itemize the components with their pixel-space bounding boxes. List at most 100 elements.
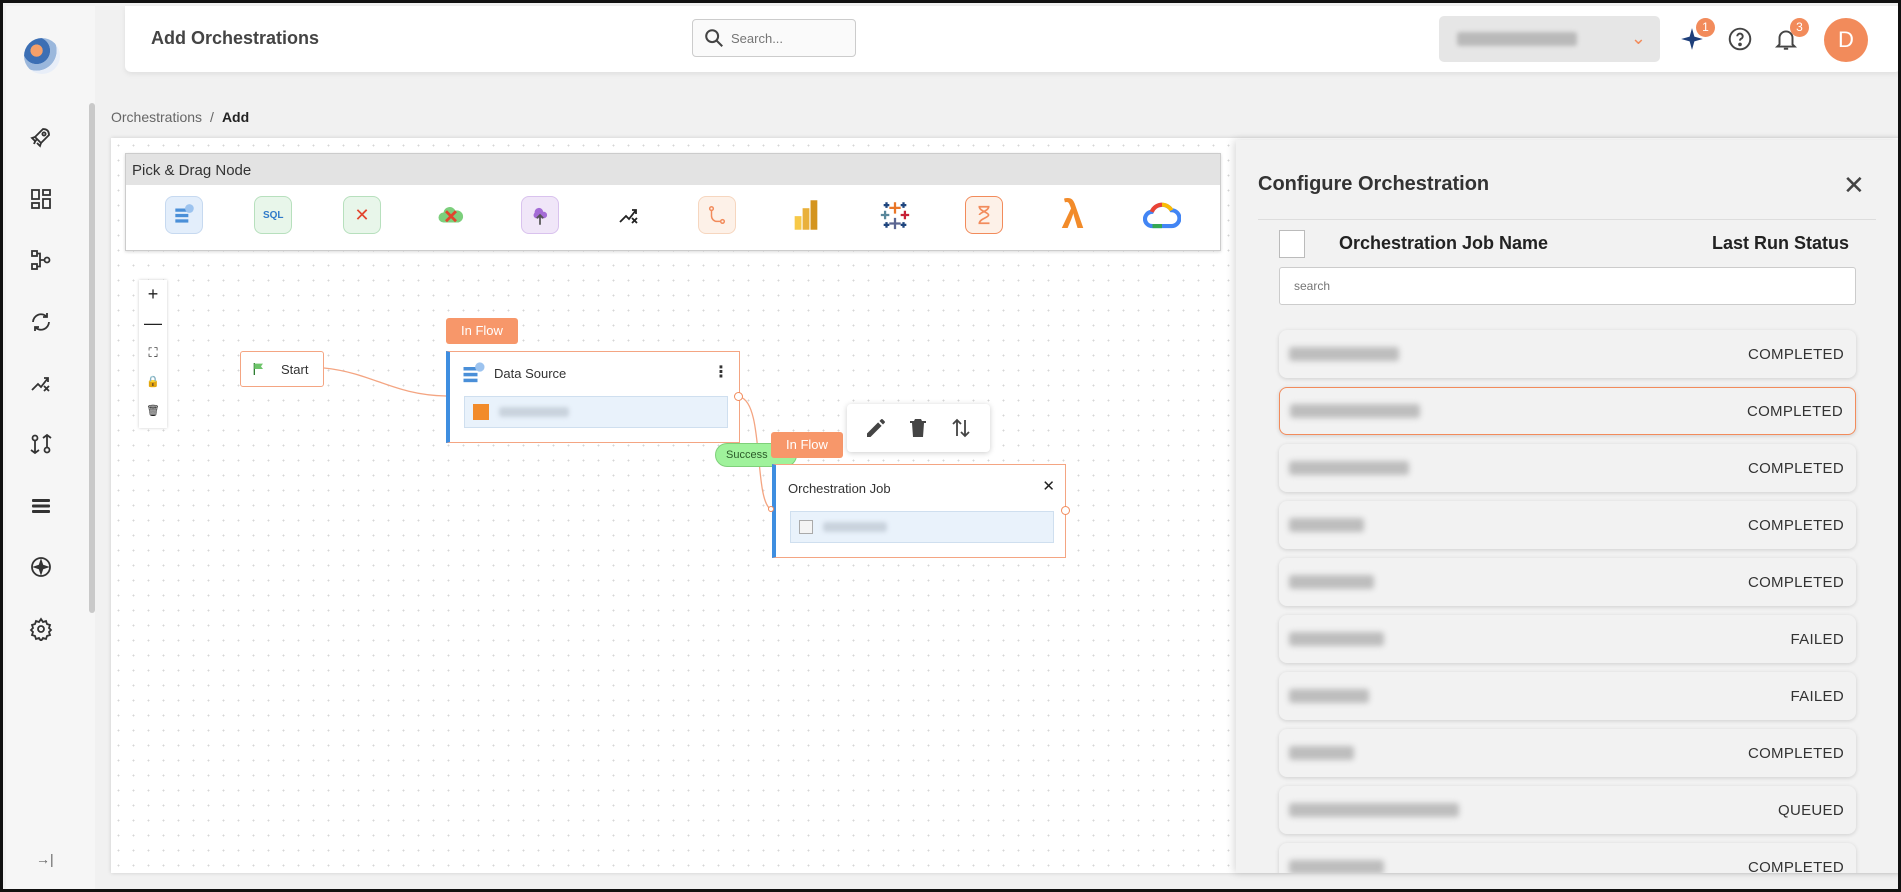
palette-lambda[interactable]: λ: [1028, 193, 1117, 237]
help-button[interactable]: [1725, 24, 1755, 54]
search-box[interactable]: [692, 19, 856, 57]
delete-button[interactable]: [903, 413, 933, 443]
pencil-icon: [867, 419, 886, 437]
breadcrumb: Orchestrations / Add: [111, 109, 249, 125]
palette-tableau[interactable]: [851, 193, 940, 237]
palette-data-quality[interactable]: ✕: [318, 193, 407, 237]
lock-icon[interactable]: 🔒: [139, 367, 167, 396]
data-source-node[interactable]: Data Source ⋮: [446, 351, 740, 443]
sidebar-scrollbar[interactable]: [89, 103, 95, 613]
start-node[interactable]: Start: [240, 351, 324, 387]
compare-icon[interactable]: [28, 431, 54, 457]
column-job-name: Orchestration Job Name: [1339, 233, 1549, 253]
job-name-redacted: [1289, 518, 1364, 532]
job-status: COMPLETED: [1747, 573, 1844, 591]
trash-icon[interactable]: 🗑: [139, 396, 167, 425]
workspace-name-redacted: [1457, 32, 1577, 46]
zoom-in-button[interactable]: +: [139, 280, 167, 309]
orchestration-job-node[interactable]: Orchestration Job ✕: [772, 464, 1066, 558]
close-icon[interactable]: ✕: [1843, 170, 1865, 201]
job-row[interactable]: COMPLETED: [1279, 387, 1856, 435]
collapse-sidebar-icon[interactable]: →|: [36, 851, 54, 867]
data-source-icon: [463, 362, 485, 383]
job-name-redacted: [1289, 803, 1459, 817]
breadcrumb-separator: /: [210, 109, 214, 125]
job-row[interactable]: COMPLETED: [1279, 501, 1856, 549]
job-search-input[interactable]: [1279, 267, 1856, 305]
palette-hourglass[interactable]: [939, 193, 1028, 237]
avatar[interactable]: D: [1824, 18, 1868, 62]
job-row[interactable]: COMPLETED: [1279, 444, 1856, 492]
job-status: COMPLETED: [1746, 402, 1843, 420]
job-name-redacted: [1289, 347, 1399, 361]
fit-view-icon[interactable]: ⛶: [139, 338, 167, 367]
workspace-selector[interactable]: ⌄: [1439, 16, 1660, 62]
sql-icon: SQL: [254, 196, 293, 234]
list-icon[interactable]: [28, 493, 54, 519]
palette-upload[interactable]: [495, 193, 584, 237]
job-status: FAILED: [1790, 630, 1844, 648]
notifications-button[interactable]: 3: [1771, 18, 1809, 54]
job-row[interactable]: COMPLETED: [1279, 843, 1856, 873]
palette-split[interactable]: [584, 193, 673, 237]
dashboard-icon[interactable]: [28, 186, 54, 212]
tableau-icon: [876, 196, 914, 234]
palette-sql[interactable]: SQL: [229, 193, 318, 237]
notification-badge: 3: [1790, 18, 1809, 37]
job-row[interactable]: COMPLETED: [1279, 729, 1856, 777]
sync-icon[interactable]: [28, 309, 54, 335]
data-source-icon: [165, 196, 204, 234]
pipeline-icon[interactable]: [28, 247, 54, 273]
data-source-out-port[interactable]: [734, 392, 743, 401]
job-row[interactable]: COMPLETED: [1279, 558, 1856, 606]
sidebar: →|: [6, 6, 95, 889]
edit-button[interactable]: [861, 413, 891, 443]
flag-icon: [253, 363, 263, 375]
breadcrumb-current: Add: [221, 109, 250, 125]
swap-button[interactable]: [946, 413, 976, 443]
close-icon[interactable]: ✕: [1042, 477, 1055, 495]
cloud-cancel-icon: [432, 196, 470, 234]
connection-name-redacted: [499, 407, 569, 417]
route-icon: [698, 196, 737, 234]
orchestration-job-out-port[interactable]: [1061, 506, 1070, 515]
job-name-redacted: [1289, 689, 1369, 703]
power-bi-icon: [787, 196, 825, 234]
orchestration-job-node-title: Orchestration Job: [788, 481, 891, 496]
orchestration-job-selection: [790, 511, 1054, 543]
job-name-redacted: [1289, 632, 1384, 646]
job-list: COMPLETED COMPLETED COMPLETED COMPLETED COMP…: [1279, 330, 1856, 873]
zoom-out-button[interactable]: —: [139, 309, 167, 338]
job-row[interactable]: FAILED: [1279, 672, 1856, 720]
configure-panel: Configure Orchestration ✕ Orchestration …: [1236, 140, 1898, 873]
palette-google-cloud[interactable]: [1117, 193, 1206, 237]
upload-icon: [520, 196, 559, 234]
ai-sparkle-icon[interactable]: [28, 554, 54, 580]
search-input[interactable]: [731, 30, 841, 46]
app-logo[interactable]: [24, 38, 60, 74]
palette-power-bi[interactable]: [762, 193, 851, 237]
job-status: COMPLETED: [1747, 858, 1844, 874]
hourglass-icon: [964, 196, 1003, 234]
breadcrumb-orchestrations[interactable]: Orchestrations: [111, 109, 202, 125]
ai-assistant-button[interactable]: 1: [1677, 18, 1715, 54]
job-name-redacted: [1289, 860, 1384, 873]
job-row[interactable]: COMPLETED: [1279, 330, 1856, 378]
panel-divider: [1258, 219, 1876, 220]
zoom-controls: + — ⛶ 🔒 🗑: [139, 280, 167, 428]
job-row[interactable]: FAILED: [1279, 615, 1856, 663]
orchestration-icon[interactable]: [28, 370, 54, 396]
trash-icon: [910, 419, 927, 437]
start-node-label: Start: [281, 361, 309, 377]
more-vertical-icon[interactable]: ⋮: [713, 362, 729, 382]
rocket-icon[interactable]: [28, 124, 54, 150]
palette-route[interactable]: [673, 193, 762, 237]
settings-icon[interactable]: [28, 616, 54, 642]
node-toolbar: [847, 404, 990, 452]
job-status: FAILED: [1790, 687, 1844, 705]
palette-cloud-cancel[interactable]: [406, 193, 495, 237]
palette-title: Pick & Drag Node: [126, 154, 1220, 185]
palette-data-source[interactable]: [140, 193, 229, 237]
job-row[interactable]: QUEUED: [1279, 786, 1856, 834]
orchestration-job-in-port[interactable]: [768, 506, 774, 512]
